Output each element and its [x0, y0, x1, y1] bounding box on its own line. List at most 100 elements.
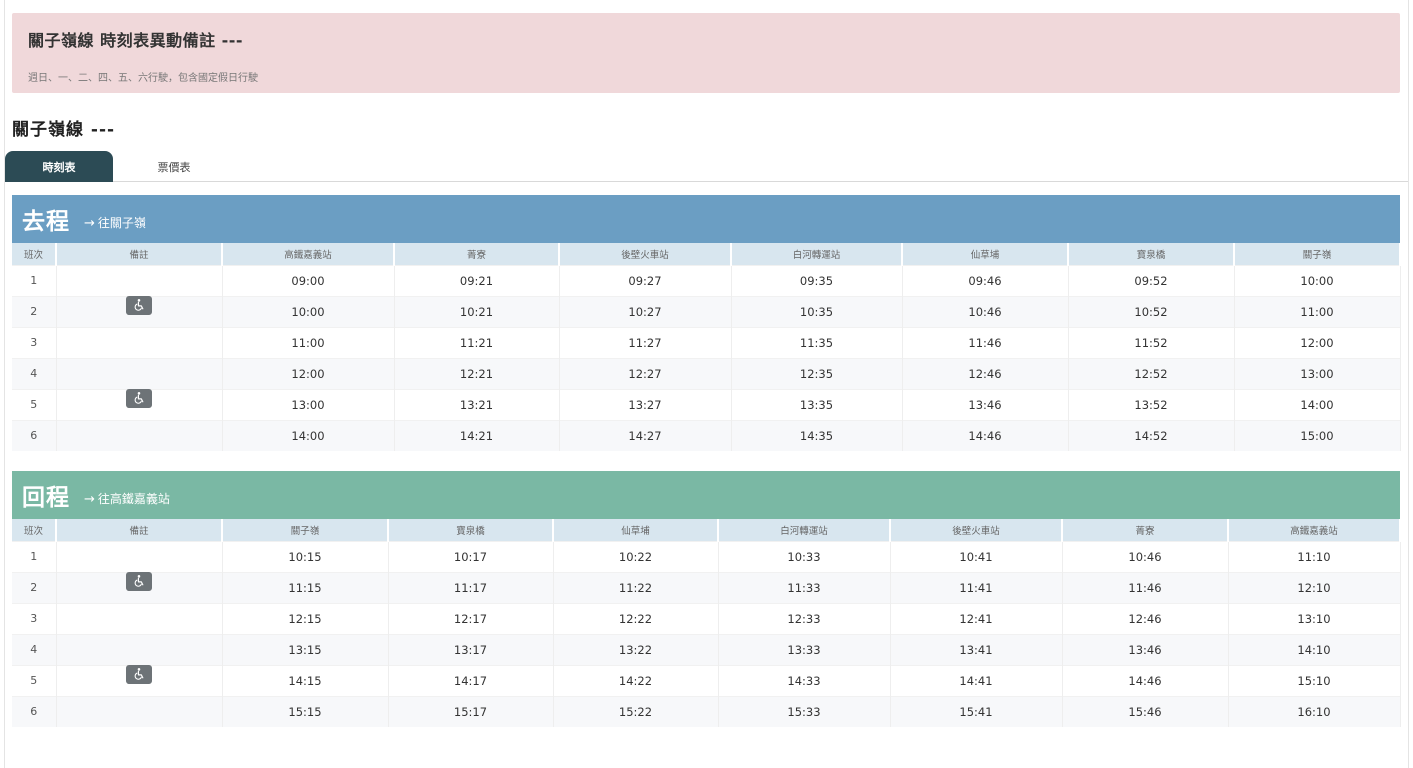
- departure-time: 11:00: [222, 326, 395, 358]
- trip-note: [56, 295, 223, 327]
- departure-time: 14:00: [1234, 388, 1401, 420]
- departure-time: 10:46: [1062, 540, 1229, 572]
- departure-time: 10:46: [902, 295, 1069, 327]
- return-column-headers: 班次 備註 關子嶺 寶泉橋 仙草埔 白河轉運站 後壁火車站 菁寮 高鐵嘉義站: [12, 519, 1401, 541]
- column-header: 後壁火車站: [559, 243, 732, 265]
- departure-time: 09:21: [394, 264, 560, 296]
- departure-time: 13:46: [1062, 633, 1229, 665]
- departure-time: 14:15: [222, 664, 389, 696]
- departure-time: 13:41: [890, 633, 1063, 665]
- outbound-header: 去程 → 往關子嶺: [12, 195, 1400, 243]
- departure-time: 11:21: [394, 326, 560, 358]
- departure-time: 09:52: [1068, 264, 1235, 296]
- departure-time: 14:10: [1228, 633, 1401, 665]
- departure-time: 11:35: [731, 326, 903, 358]
- departure-time: 12:15: [222, 602, 389, 634]
- departure-time: 12:41: [890, 602, 1063, 634]
- departure-time: 13:00: [222, 388, 395, 420]
- departure-time: 10:15: [222, 540, 389, 572]
- table-row: 4 13:15 13:17 13:22 13:33 13:41 13:46 14:10: [12, 633, 1401, 665]
- route-title: 關子嶺線 ---: [12, 120, 116, 140]
- trip-number: 1: [12, 264, 57, 296]
- tab-fares[interactable]: 票價表: [113, 151, 235, 182]
- wheelchair-icon: [126, 388, 152, 408]
- departure-time: 15:46: [1062, 695, 1229, 727]
- departure-time: 14:52: [1068, 419, 1235, 451]
- column-header: 班次: [12, 243, 57, 265]
- schedule-change-notice: 關子嶺線 時刻表異動備註 --- 週日、一、二、四、五、六行駛，包含國定假日行駛: [12, 13, 1400, 93]
- tab-timetable[interactable]: 時刻表: [5, 151, 113, 182]
- column-header: 白河轉運站: [731, 243, 903, 265]
- notice-title: 關子嶺線 時刻表異動備註 ---: [28, 31, 244, 50]
- departure-time: 09:46: [902, 264, 1069, 296]
- column-header: 白河轉運站: [718, 519, 891, 541]
- departure-time: 11:17: [388, 571, 554, 603]
- table-row: 2 10:00 10:21 10:27 10:35 10:46 10:52 11:00: [12, 295, 1401, 327]
- trip-number: 5: [12, 664, 57, 696]
- trip-note: [56, 419, 223, 451]
- departure-time: 11:46: [902, 326, 1069, 358]
- table-row: 6 14:00 14:21 14:27 14:35 14:46 14:52 15:00: [12, 419, 1401, 451]
- departure-time: 14:21: [394, 419, 560, 451]
- departure-time: 10:17: [388, 540, 554, 572]
- departure-time: 13:15: [222, 633, 389, 665]
- outbound-title: 去程: [22, 209, 70, 235]
- column-header: 菁寮: [394, 243, 560, 265]
- column-header: 備註: [56, 519, 223, 541]
- column-header: 高鐵嘉義站: [1228, 519, 1401, 541]
- trip-number: 4: [12, 357, 57, 389]
- column-header: 關子嶺: [1234, 243, 1401, 265]
- departure-time: 15:22: [553, 695, 719, 727]
- departure-time: 14:22: [553, 664, 719, 696]
- departure-time: 10:35: [731, 295, 903, 327]
- trip-note: [56, 357, 223, 389]
- trip-number: 1: [12, 540, 57, 572]
- departure-time: 14:27: [559, 419, 732, 451]
- table-row: 4 12:00 12:21 12:27 12:35 12:46 12:52 13:00: [12, 357, 1401, 389]
- departure-time: 11:22: [553, 571, 719, 603]
- trip-number: 3: [12, 602, 57, 634]
- departure-time: 13:46: [902, 388, 1069, 420]
- departure-time: 14:46: [1062, 664, 1229, 696]
- return-header: 回程 → 往高鐵嘉義站: [12, 471, 1400, 519]
- trip-note: [56, 695, 223, 727]
- trip-note: [56, 326, 223, 358]
- outbound-column-headers: 班次 備註 高鐵嘉義站 菁寮 後壁火車站 白河轉運站 仙草埔 寶泉橋 關子嶺: [12, 243, 1401, 265]
- column-header: 關子嶺: [222, 519, 389, 541]
- departure-time: 11:10: [1228, 540, 1401, 572]
- departure-time: 11:52: [1068, 326, 1235, 358]
- outbound-timetable: 班次 備註 高鐵嘉義站 菁寮 後壁火車站 白河轉運站 仙草埔 寶泉橋 關子嶺 1 09:00 09:…: [12, 243, 1401, 451]
- departure-time: 10:22: [553, 540, 719, 572]
- outbound-section: 去程 → 往關子嶺 班次 備註 高鐵嘉義站 菁寮 後壁火車站 白河轉運站 仙草埔 寶泉橋 關子嶺 …: [12, 195, 1401, 451]
- departure-time: 09:27: [559, 264, 732, 296]
- column-header: 班次: [12, 519, 57, 541]
- departure-time: 14:46: [902, 419, 1069, 451]
- tab-bar: 時刻表 票價表: [5, 151, 1408, 182]
- trip-number: 2: [12, 571, 57, 603]
- departure-time: 10:41: [890, 540, 1063, 572]
- departure-time: 12:00: [1234, 326, 1401, 358]
- departure-time: 15:41: [890, 695, 1063, 727]
- trip-note: [56, 388, 223, 420]
- departure-time: 12:17: [388, 602, 554, 634]
- departure-time: 14:35: [731, 419, 903, 451]
- departure-time: 11:41: [890, 571, 1063, 603]
- departure-time: 13:22: [553, 633, 719, 665]
- table-row: 6 15:15 15:17 15:22 15:33 15:41 15:46 16:10: [12, 695, 1401, 727]
- departure-time: 15:00: [1234, 419, 1401, 451]
- departure-time: 14:00: [222, 419, 395, 451]
- departure-time: 12:33: [718, 602, 891, 634]
- departure-time: 09:00: [222, 264, 395, 296]
- departure-time: 13:17: [388, 633, 554, 665]
- departure-time: 10:00: [1234, 264, 1401, 296]
- wheelchair-icon: [126, 571, 152, 591]
- column-header: 仙草埔: [553, 519, 719, 541]
- trip-number: 6: [12, 695, 57, 727]
- column-header: 菁寮: [1062, 519, 1229, 541]
- notice-text: 週日、一、二、四、五、六行駛，包含國定假日行駛: [28, 73, 258, 84]
- column-header: 後壁火車站: [890, 519, 1063, 541]
- departure-time: 12:27: [559, 357, 732, 389]
- arrow-right-icon: →: [84, 215, 95, 231]
- departure-time: 13:00: [1234, 357, 1401, 389]
- departure-time: 12:46: [1062, 602, 1229, 634]
